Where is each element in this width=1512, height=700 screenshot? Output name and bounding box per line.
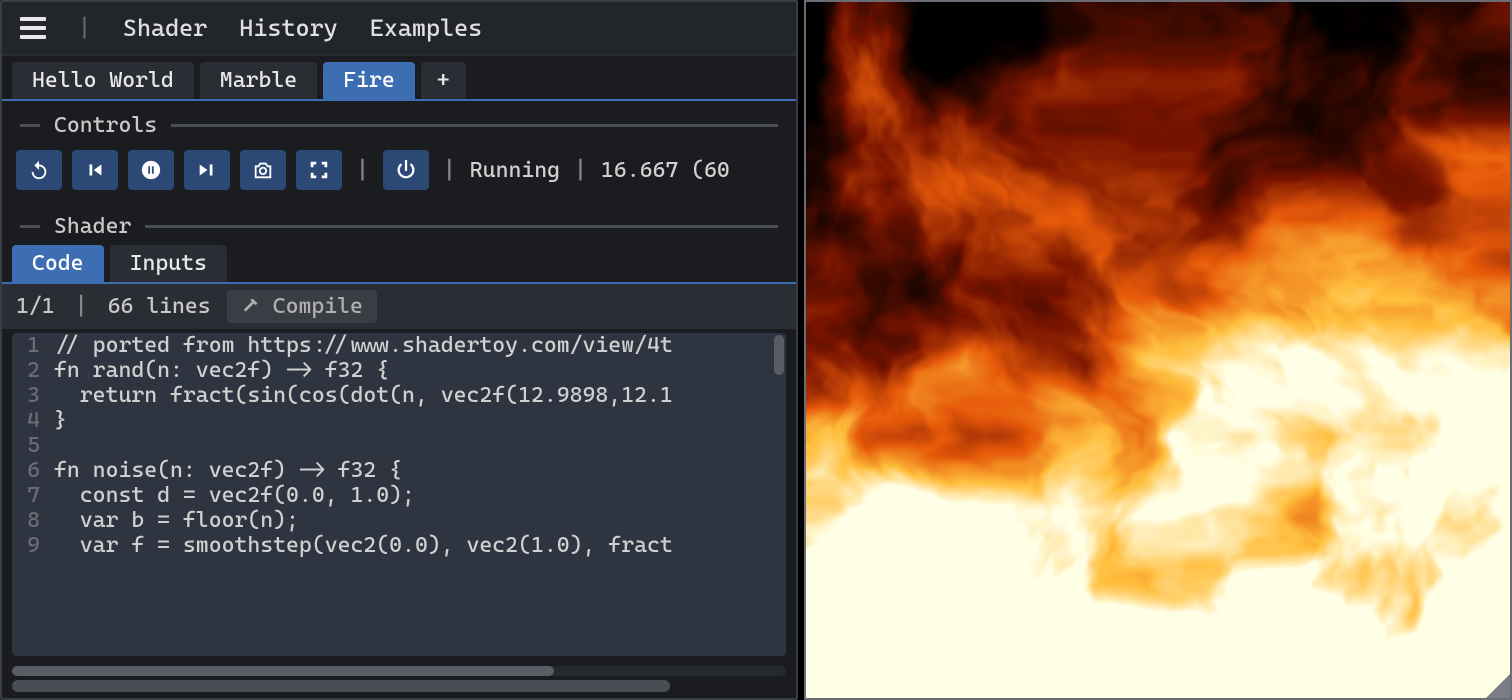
editor-horizontal-scrollbar[interactable] [12, 666, 786, 676]
toolbar-separator: | [71, 294, 92, 319]
line-content[interactable]: const d = vec2f(0.0, 1.0); [54, 483, 415, 508]
code-line[interactable]: 9 var f = smoothstep(vec2(0.0), vec2(1.0… [12, 533, 786, 558]
menu-history[interactable]: History [239, 14, 337, 42]
compile-button[interactable]: Compile [227, 290, 377, 323]
code-line[interactable]: 3 return fract(sin(cos(dot(n, vec2f(12.9… [12, 383, 786, 408]
line-content[interactable]: fn noise(n: vec2f) -> f32 { [54, 458, 402, 483]
tab-fire[interactable]: Fire [323, 62, 415, 99]
shader-preview[interactable] [806, 2, 1510, 698]
editor-scrollbar-thumb[interactable] [12, 666, 554, 676]
line-content[interactable]: } [54, 408, 67, 433]
line-number: 1 [12, 333, 54, 358]
pause-icon[interactable] [128, 150, 174, 190]
skip-back-icon[interactable] [72, 150, 118, 190]
power-icon[interactable] [383, 150, 429, 190]
section-shader-header: Shader [2, 202, 796, 245]
line-number: 9 [12, 533, 54, 558]
subtab-code[interactable]: Code [12, 245, 104, 282]
code-toolbar: 1/1 | 66 lines Compile [2, 284, 796, 329]
menu-examples[interactable]: Examples [370, 14, 483, 42]
control-separator-1: | [352, 158, 373, 183]
rewind-history-icon[interactable] [16, 150, 62, 190]
page-indicator: 1/1 [16, 294, 55, 319]
subtab-inputs[interactable]: Inputs [110, 245, 227, 282]
line-count: 66 lines [108, 294, 211, 319]
hammer-icon [241, 296, 263, 318]
line-number: 7 [12, 483, 54, 508]
line-number: 4 [12, 408, 54, 433]
fullscreen-icon[interactable] [296, 150, 342, 190]
line-number: 5 [12, 433, 54, 458]
run-status: Running [470, 158, 560, 183]
editor-panel: | Shader History Examples Hello World Ma… [0, 0, 798, 700]
line-content[interactable]: return fract(sin(cos(dot(n, vec2f(12.989… [54, 383, 673, 408]
menubar: | Shader History Examples [2, 2, 796, 56]
tab-hello-world[interactable]: Hello World [12, 62, 194, 99]
line-content[interactable]: var f = smoothstep(vec2(0.0), vec2(1.0),… [54, 533, 673, 558]
code-line[interactable]: 7 const d = vec2f(0.0, 1.0); [12, 483, 786, 508]
tab-add-button[interactable]: + [421, 62, 466, 99]
code-line[interactable]: 6fn noise(n: vec2f) -> f32 { [12, 458, 786, 483]
skip-forward-icon[interactable] [184, 150, 230, 190]
line-content[interactable]: fn rand(n: vec2f) -> f32 { [54, 358, 389, 383]
line-number: 3 [12, 383, 54, 408]
code-line[interactable]: 8 var b = floor(n); [12, 508, 786, 533]
panel-scrollbar-thumb[interactable] [12, 680, 670, 692]
project-tabs: Hello World Marble Fire + [2, 56, 796, 101]
resize-handle-icon[interactable] [1486, 674, 1510, 698]
playback-controls: | | Running | 16.667 (60 [2, 144, 796, 202]
line-number: 8 [12, 508, 54, 533]
menu-separator: | [78, 16, 91, 41]
code-line[interactable]: 2fn rand(n: vec2f) -> f32 { [12, 358, 786, 383]
preview-panel [804, 0, 1512, 700]
control-separator-2: | [439, 158, 460, 183]
code-editor[interactable]: 1// ported from https://www.shadertoy.co… [12, 333, 786, 656]
editor-vertical-scrollbar[interactable] [774, 335, 784, 375]
panel-scrollbar[interactable] [12, 680, 786, 692]
line-content[interactable]: // ported from https://www.shadertoy.com… [54, 333, 673, 358]
line-number: 6 [12, 458, 54, 483]
code-line[interactable]: 5 [12, 433, 786, 458]
section-controls-header: Controls [2, 101, 796, 144]
frame-time: 16.667 (60 [601, 158, 730, 183]
menu-shader[interactable]: Shader [123, 14, 207, 42]
compile-label: Compile [273, 294, 363, 319]
tab-marble[interactable]: Marble [200, 62, 317, 99]
control-separator-3: | [570, 158, 591, 183]
section-shader-label: Shader [54, 214, 131, 239]
line-number: 2 [12, 358, 54, 383]
shader-subtabs: Code Inputs [2, 245, 796, 284]
code-line[interactable]: 4} [12, 408, 786, 433]
section-controls-label: Controls [54, 113, 157, 138]
screenshot-icon[interactable] [240, 150, 286, 190]
hamburger-icon[interactable] [20, 17, 46, 39]
code-line[interactable]: 1// ported from https://www.shadertoy.co… [12, 333, 786, 358]
line-content[interactable]: var b = floor(n); [54, 508, 299, 533]
